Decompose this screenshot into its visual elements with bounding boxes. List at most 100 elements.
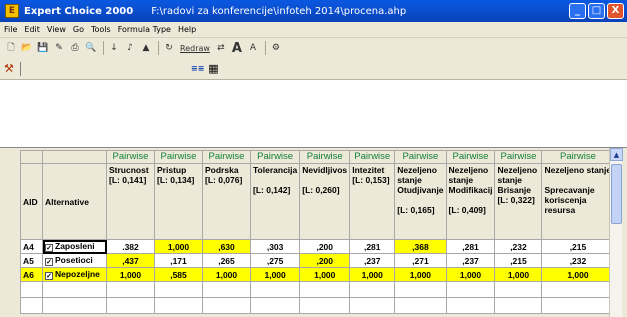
value-cell[interactable]: ,200 [299, 253, 351, 268]
column-header-modifikacija[interactable]: Nezeljeno stanje Modifikacij [L: 0,409] [445, 163, 496, 240]
value-cell[interactable]: 1,000 [202, 267, 251, 282]
value-cell[interactable]: 1,000 [494, 267, 543, 282]
menu-view[interactable]: View [47, 25, 66, 34]
print-preview-icon[interactable]: 🔍 [84, 41, 98, 56]
empty-row[interactable] [20, 281, 615, 298]
menu-file[interactable]: File [4, 25, 17, 34]
include-checkbox[interactable]: ✓ [45, 272, 53, 280]
pairwise-header-row: Pairwise Pairwise Pairwise Pairwise Pair… [20, 150, 615, 164]
redraw-button[interactable]: Redraw [178, 41, 212, 56]
music-note-icon[interactable]: ♪ [123, 41, 137, 56]
pairwise-label[interactable]: Pairwise [349, 150, 396, 164]
column-header-nevidljivost[interactable]: Nevidljivos [L: 0,260] [299, 163, 351, 240]
minimize-button[interactable]: _ [569, 3, 586, 19]
pairwise-label[interactable]: Pairwise [445, 150, 496, 164]
corner-cell [42, 150, 107, 164]
value-cell[interactable]: .382 [106, 239, 155, 254]
alternative-cell[interactable]: ✓ Zaposleni [42, 239, 107, 254]
pairwise-label[interactable]: Pairwise [154, 150, 203, 164]
pairwise-label[interactable]: Pairwise [494, 150, 543, 164]
window-controls: _ □ X [569, 3, 624, 19]
title-bar: E Expert Choice 2000 F:\radovi za konfer… [0, 0, 627, 22]
view-mode-icon[interactable]: ≡≡ [191, 64, 204, 73]
column-header-tolerancija[interactable]: Tolerancija [L: 0,142] [249, 163, 301, 240]
tools-icon[interactable]: ⚒ [4, 62, 14, 75]
pairwise-label[interactable]: Pairwise [106, 150, 155, 164]
pairwise-label[interactable]: Pairwise [202, 150, 251, 164]
menu-help[interactable]: Help [178, 25, 196, 34]
value-cell[interactable]: 1,000 [541, 267, 615, 282]
column-header-sprecavanje[interactable]: Nezeljeno stanje Sprecavanje koriscenja … [541, 163, 615, 240]
value-cell[interactable]: ,630 [202, 239, 251, 254]
column-header-intezitet[interactable]: Intezitet [L: 0,153] [349, 163, 396, 240]
value-cell[interactable]: ,281 [445, 239, 496, 254]
alternatives-grid: Pairwise Pairwise Pairwise Pairwise Pair… [20, 150, 615, 314]
include-checkbox[interactable]: ✓ [45, 258, 53, 266]
menu-edit[interactable]: Edit [24, 25, 40, 34]
value-cell[interactable]: ,237 [445, 253, 496, 268]
value-cell[interactable]: ,281 [349, 239, 396, 254]
column-header-brisanje[interactable]: Nezeljeno stanje Brisanje [L: 0,322] [494, 163, 543, 240]
pairwise-label[interactable]: Pairwise [541, 150, 615, 164]
table-row[interactable]: A4 ✓ Zaposleni .382 1,000 ,630 ,303 ,200 … [20, 239, 615, 254]
save-icon[interactable]: 💾 [36, 41, 50, 56]
pairwise-label[interactable]: Pairwise [394, 150, 447, 164]
value-cell[interactable]: 1,000 [106, 267, 155, 282]
arrow-down-icon[interactable]: ↓ [107, 41, 121, 56]
column-header-otudjivanje[interactable]: Nezeljeno stanje Otudjivanje [L: 0,165] [394, 163, 447, 240]
value-cell[interactable]: ,232 [541, 253, 615, 268]
value-cell[interactable]: ,171 [154, 253, 203, 268]
menu-formula-type[interactable]: Formula Type [118, 25, 171, 34]
value-cell[interactable]: ,215 [541, 239, 615, 254]
value-cell[interactable]: 1,000 [349, 267, 396, 282]
print-icon[interactable]: ⎙ [68, 41, 82, 56]
column-header-podrska[interactable]: Podrska [L: 0,076] [202, 163, 251, 240]
value-cell[interactable]: 1,000 [445, 267, 496, 282]
font-smaller-icon[interactable]: A [246, 41, 260, 56]
value-cell[interactable]: ,271 [394, 253, 447, 268]
font-larger-icon[interactable]: A [230, 41, 244, 56]
menu-tools[interactable]: Tools [91, 25, 111, 34]
scroll-up-icon[interactable]: ▲ [610, 148, 623, 161]
vertical-scrollbar[interactable]: ▲ [609, 148, 623, 317]
value-cell[interactable]: ,200 [299, 239, 351, 254]
pairwise-label[interactable]: Pairwise [299, 150, 351, 164]
grid-icon[interactable]: ▦ [208, 62, 218, 75]
settings-icon[interactable]: ⚙ [269, 41, 283, 56]
column-header-pristup[interactable]: Pristup [L: 0,134] [154, 163, 203, 240]
redraw-icon[interactable]: ↻ [162, 41, 176, 56]
table-row[interactable]: A6 ✓ Nepozeljne 1,000 ,585 1,000 1,000 1,… [20, 267, 615, 282]
alternative-cell[interactable]: ✓ Nepozeljne [42, 267, 107, 282]
include-checkbox[interactable]: ✓ [45, 244, 53, 252]
maximize-button[interactable]: □ [588, 3, 605, 19]
menu-go[interactable]: Go [73, 25, 84, 34]
column-header-strucnost[interactable]: Strucnost [L: 0,141] [106, 163, 155, 240]
value-cell[interactable]: ,265 [202, 253, 251, 268]
open-folder-icon[interactable]: 📂 [20, 41, 34, 56]
model-view-area[interactable] [0, 81, 627, 148]
edit-icon[interactable]: ✎ [52, 41, 66, 56]
table-row[interactable]: A5 ✓ Posetioci ,437 ,171 ,265 ,275 ,200 ,… [20, 253, 615, 268]
value-cell[interactable]: 1,000 [154, 239, 203, 254]
app-icon[interactable]: E [5, 4, 19, 18]
value-cell[interactable]: ,215 [494, 253, 543, 268]
value-cell[interactable]: 1,000 [249, 267, 301, 282]
value-cell[interactable]: ,237 [349, 253, 396, 268]
value-cell[interactable]: ,303 [249, 239, 301, 254]
value-cell[interactable]: ,368 [394, 239, 447, 254]
scroll-thumb[interactable] [611, 164, 622, 224]
toolbar-divider [264, 41, 266, 55]
pairwise-label[interactable]: Pairwise [249, 150, 301, 164]
value-cell[interactable]: 1,000 [394, 267, 447, 282]
empty-row[interactable] [20, 297, 615, 314]
value-cell[interactable]: ,232 [494, 239, 543, 254]
value-cell[interactable]: ,585 [154, 267, 203, 282]
new-file-icon[interactable]: 🗋 [4, 41, 18, 56]
sensitivity-icon[interactable]: ▲ [139, 41, 153, 56]
value-cell[interactable]: 1,000 [299, 267, 351, 282]
value-cell[interactable]: ,437 [106, 253, 155, 268]
alternative-cell[interactable]: ✓ Posetioci [42, 253, 107, 268]
value-cell[interactable]: ,275 [249, 253, 301, 268]
zoom-icon[interactable]: ⇄ [214, 41, 228, 56]
close-button[interactable]: X [607, 3, 624, 19]
